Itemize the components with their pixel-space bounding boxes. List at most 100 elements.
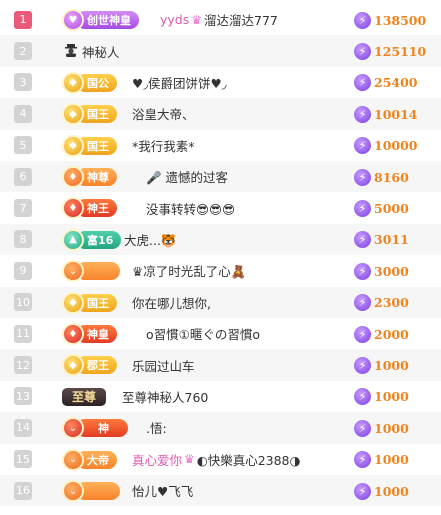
rank-number: 11: [14, 324, 32, 343]
rank-number: 14: [14, 418, 32, 437]
list-item[interactable]: 6 ♦ 神尊 🎤 遗憾的过客 ⚡ 8160: [0, 161, 441, 193]
rank-badge: ⌄: [62, 479, 120, 503]
rank-number: 15: [14, 450, 32, 469]
rank-badge: ◆ 国王: [62, 134, 117, 158]
rank-badge: ◆ 郡王: [62, 353, 117, 377]
rank-number: 1: [14, 10, 32, 29]
list-item[interactable]: 10 ◆ 国王 你在哪儿想你, ⚡ 2300: [0, 286, 441, 318]
rank-number: 3: [14, 73, 32, 92]
list-item[interactable]: 1 ♥ 创世神皇 yyds ♛ 溜达溜达777 ⚡ 138500: [0, 4, 441, 35]
diamond-icon: ◆: [62, 291, 84, 314]
rank-badge: ▲ 富16: [62, 228, 122, 252]
user-name[interactable]: 真心爱你 ♛ ◐快樂真心2388◑: [132, 444, 300, 475]
rank-badge: ◆ 国王: [62, 291, 117, 315]
user-name[interactable]: 神秘人: [82, 35, 120, 66]
badge-label: 至尊: [62, 387, 107, 406]
rank-number: 16: [14, 481, 32, 500]
user-name[interactable]: 至尊神秘人760: [122, 381, 208, 412]
shield-icon: ♦: [62, 166, 84, 188]
rank-number: 4: [14, 104, 32, 123]
score: ⚡ 1000: [354, 450, 409, 470]
rank-badge: ⌄ 大帝: [62, 448, 117, 472]
user-name[interactable]: 乐园过山车: [132, 349, 195, 380]
rank-number: 6: [14, 167, 32, 186]
list-item[interactable]: 13 至尊 至尊神秘人760 ⚡ 1000: [0, 381, 441, 412]
rank-badge: ♦ 神皇: [62, 322, 117, 346]
list-item[interactable]: 4 ◆ 国王 浴皇大帝、 ⚡ 10014: [0, 98, 441, 130]
score: ⚡ 1000: [354, 481, 409, 501]
lightning-bolt-icon: ⚡: [354, 105, 371, 123]
lightning-bolt-icon: ⚡: [354, 325, 371, 343]
user-name[interactable]: *我行我素*: [132, 130, 195, 161]
list-item[interactable]: 16 ⌄ 怡儿♥飞飞 ⚡ 1000: [0, 475, 441, 507]
rank-number: 5: [14, 136, 32, 155]
badge-label: 创世神皇: [76, 11, 139, 29]
list-item[interactable]: 9 ⌄ ♛凉了时光乱了心🧸 ⚡ 3000: [0, 255, 441, 286]
rank-badge: ♦ 神王: [62, 196, 117, 220]
lightning-bolt-icon: ⚡: [354, 262, 371, 280]
crown-icon: ♛: [191, 12, 203, 27]
user-name[interactable]: 没事转转😎😎😎: [146, 192, 235, 223]
chevron-down-icon: ⌄: [62, 448, 84, 471]
crown-icon: ♛: [184, 452, 195, 467]
user-name[interactable]: o習慣①暱ぐの習慣o: [146, 318, 260, 349]
score: ⚡ 138500: [354, 10, 426, 30]
user-name[interactable]: .悟:: [146, 412, 167, 443]
lightning-bolt-icon: ⚡: [354, 451, 371, 469]
triangle-icon: ▲: [62, 228, 84, 251]
score: ⚡ 2300: [354, 293, 409, 313]
rank-badge: ◆ 国王: [62, 102, 117, 126]
user-name[interactable]: yyds ♛ 溜达溜达777: [160, 4, 278, 35]
lightning-bolt-icon: ⚡: [354, 356, 371, 374]
rank-badge: ♦ 神尊: [62, 165, 117, 189]
heart-icon: ♥: [62, 9, 84, 31]
score: ⚡ 1000: [354, 355, 409, 375]
score: ⚡ 5000: [354, 198, 409, 218]
list-item[interactable]: 2 神秘人 ⚡ 125110: [0, 35, 441, 67]
rank-badge: ⌄: [62, 259, 120, 283]
list-item[interactable]: 14 ⌄ 神 .悟: ⚡ 1000: [0, 412, 441, 444]
score: ⚡ 3011: [354, 230, 409, 250]
rank-badge: ⌄ 神: [62, 416, 128, 440]
shield-icon: ♦: [62, 323, 84, 345]
list-item[interactable]: 3 ◆ 国公 ♥◞侯爵团饼饼♥◞ ⚡ 25400: [0, 67, 441, 98]
lightning-bolt-icon: ⚡: [354, 11, 371, 29]
list-item[interactable]: 5 ◆ 国王 *我行我素* ⚡ 10000: [0, 130, 441, 161]
lightning-bolt-icon: ⚡: [354, 294, 371, 312]
rank-badge: 至尊: [62, 385, 107, 409]
list-item[interactable]: 11 ♦ 神皇 o習慣①暱ぐの習慣o ⚡ 2000: [0, 318, 441, 349]
user-name[interactable]: ♥◞侯爵团饼饼♥◞: [132, 67, 227, 98]
user-name[interactable]: ♛凉了时光乱了心🧸: [132, 255, 246, 286]
lightning-bolt-icon: ⚡: [354, 419, 371, 437]
diamond-icon: ◆: [62, 71, 84, 94]
user-name[interactable]: 你在哪儿想你,: [132, 287, 211, 318]
rank-number: 9: [14, 261, 32, 280]
user-name[interactable]: 大虎...🐯: [124, 224, 176, 255]
lightning-bolt-icon: ⚡: [354, 482, 371, 500]
chevron-down-icon: ⌄: [62, 480, 84, 502]
score: ⚡ 10000: [354, 136, 418, 156]
score: ⚡ 125110: [354, 41, 426, 61]
lightning-bolt-icon: ⚡: [354, 74, 371, 92]
score: ⚡ 1000: [354, 387, 409, 407]
score: ⚡ 1000: [354, 418, 409, 438]
score: ⚡ 8160: [354, 167, 409, 187]
user-name[interactable]: 浴皇大帝、: [132, 98, 195, 129]
rank-number: 7: [14, 199, 32, 218]
list-item[interactable]: 15 ⌄ 大帝 真心爱你 ♛ ◐快樂真心2388◑ ⚡ 1000: [0, 444, 441, 475]
rank-number: 2: [14, 42, 32, 61]
lightning-bolt-icon: ⚡: [354, 199, 371, 217]
user-name[interactable]: 🎤 遗憾的过客: [146, 161, 228, 192]
score: ⚡ 3000: [354, 261, 409, 281]
lightning-bolt-icon: ⚡: [354, 388, 371, 406]
rank-badge: ♥ 创世神皇: [62, 8, 139, 32]
list-item[interactable]: 7 ♦ 神王 没事转转😎😎😎 ⚡ 5000: [0, 192, 441, 223]
score: ⚡ 10014: [354, 104, 418, 124]
list-item[interactable]: 8 ▲ 富16 大虎...🐯 ⚡ 3011: [0, 223, 441, 256]
user-name[interactable]: 怡儿♥飞飞: [132, 475, 193, 506]
list-item[interactable]: 12 ◆ 郡王 乐园过山车 ⚡ 1000: [0, 349, 441, 381]
score: ⚡ 25400: [354, 73, 418, 93]
rank-number: 8: [14, 230, 32, 249]
rank-number: 13: [14, 387, 32, 406]
diamond-icon: ◆: [62, 134, 84, 157]
